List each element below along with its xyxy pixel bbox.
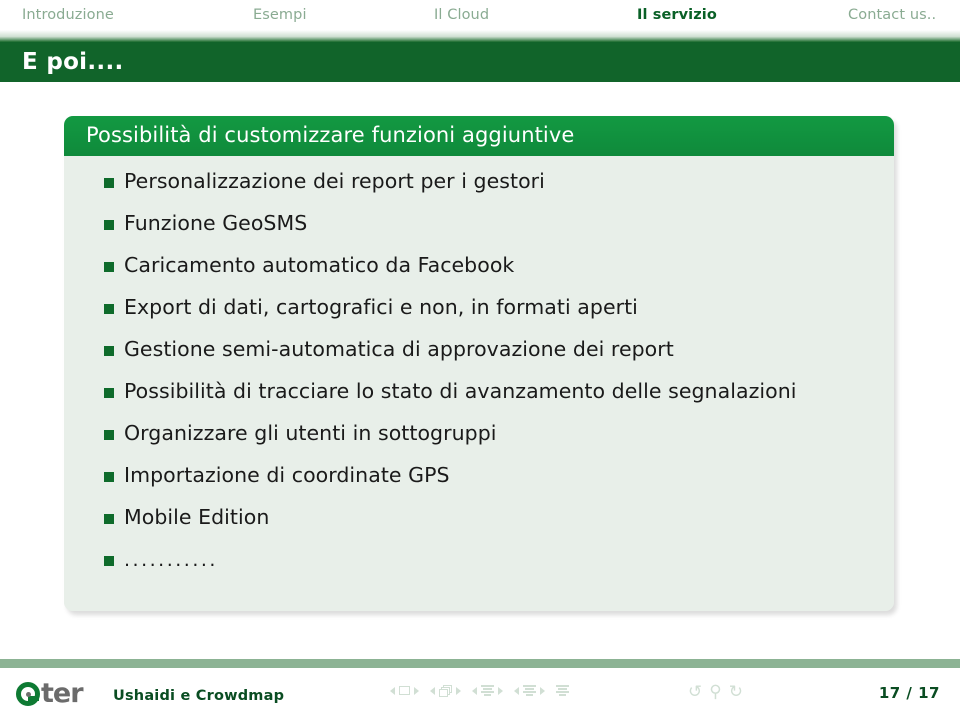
list-item: Caricamento automatico da Facebook [84, 252, 874, 279]
list-item-label: Possibilità di tracciare lo stato di ava… [124, 379, 797, 404]
frame-icon[interactable] [439, 685, 452, 697]
bullet-square-icon [104, 178, 114, 188]
list-item: Organizzare gli utenti in sottogruppi [84, 420, 874, 447]
list-item-label: ........... [124, 549, 218, 572]
section-icon[interactable] [523, 685, 536, 696]
bullet-square-icon [104, 388, 114, 399]
page-title: E poi.... [22, 49, 124, 75]
list-item-label: Organizzare gli utenti in sottogruppi [124, 421, 497, 446]
prev-slide-icon[interactable] [390, 686, 395, 695]
list-item: Possibilità di tracciare lo stato di ava… [84, 378, 874, 405]
list-item: Funzione GeoSMS [84, 210, 874, 237]
footer-divider [0, 659, 960, 668]
slide-icon[interactable] [399, 686, 410, 695]
next-frame-icon[interactable] [456, 686, 461, 695]
nav-item-il-servizio[interactable]: Il servizio [637, 7, 717, 23]
page-number: 17 / 17 [878, 684, 940, 702]
frame-nav-group [430, 685, 461, 697]
nav-item-introduzione[interactable]: Introduzione [22, 7, 114, 23]
top-navigation: Introduzione Esempi Il Cloud Il servizio… [0, 0, 960, 30]
list-item-label: Gestione semi-automatica di approvazione… [124, 337, 674, 362]
block-body: Personalizzazione dei report per i gesto… [64, 156, 894, 611]
prev-subsection-icon[interactable] [472, 686, 477, 695]
list-item-label: Export di dati, cartografici e non, in f… [124, 295, 638, 320]
bullet-square-icon [104, 472, 114, 483]
list-item: Importazione di coordinate GPS [84, 462, 874, 489]
search-icon[interactable]: ⚲ [709, 684, 721, 701]
next-section-icon[interactable] [540, 686, 545, 695]
nav-item-il-cloud[interactable]: Il Cloud [434, 7, 489, 23]
next-subsection-icon[interactable] [498, 686, 503, 695]
doc-icon[interactable] [556, 685, 569, 696]
slide-title-bar: E poi.... [0, 42, 960, 82]
list-item-label: Caricamento automatico da Facebook [124, 253, 515, 278]
subsection-icon[interactable] [481, 685, 494, 696]
gter-logo: ter [16, 678, 84, 709]
bullet-square-icon [104, 346, 114, 357]
back-icon[interactable]: ↺ [688, 684, 702, 701]
bullet-square-icon [104, 304, 114, 315]
subsection-nav-group [472, 685, 503, 696]
prev-section-icon[interactable] [514, 686, 519, 695]
footer-subtitle: Ushaidi e Crowdmap [113, 688, 285, 704]
slide-nav-group [390, 686, 419, 695]
nav-item-esempi[interactable]: Esempi [253, 7, 307, 23]
logo-g-icon [16, 681, 40, 706]
bullet-list: Personalizzazione dei report per i gesto… [84, 168, 874, 574]
logo-text: ter [41, 678, 84, 709]
beamer-navigation-actions: ↺ ⚲ ↻ [688, 684, 743, 701]
forward-icon[interactable]: ↻ [729, 684, 743, 701]
list-item: ........... [84, 546, 874, 573]
list-item: Gestione semi-automatica di approvazione… [84, 336, 874, 363]
list-item-label: Personalizzazione dei report per i gesto… [124, 169, 545, 193]
doc-nav-group [556, 685, 569, 696]
section-nav-group [514, 685, 545, 696]
block-heading: Possibilità di customizzare funzioni agg… [64, 116, 894, 156]
list-item-label: Importazione di coordinate GPS [124, 463, 450, 488]
list-item-label: Funzione GeoSMS [124, 211, 308, 236]
bullet-square-icon [104, 220, 114, 231]
content-block: Possibilità di customizzare funzioni agg… [64, 116, 894, 611]
nav-item-contact-us[interactable]: Contact us.. [848, 7, 936, 23]
list-item: Mobile Edition [84, 504, 874, 531]
nav-gradient-divider [0, 30, 960, 42]
list-item: Export di dati, cartografici e non, in f… [84, 294, 874, 321]
bullet-square-icon [104, 262, 114, 273]
footer: ter Ushaidi e Crowdmap ↺ ⚲ ↻ 17 / 17 [0, 668, 960, 720]
prev-frame-icon[interactable] [430, 686, 435, 695]
bullet-square-icon [104, 514, 114, 525]
beamer-navigation-symbols [390, 685, 580, 697]
list-item: Personalizzazione dei report per i gesto… [84, 168, 874, 195]
slide: Introduzione Esempi Il Cloud Il servizio… [0, 0, 960, 720]
next-slide-icon[interactable] [414, 686, 419, 695]
list-item-label: Mobile Edition [124, 505, 270, 530]
bullet-square-icon [104, 430, 114, 441]
bullet-square-icon [104, 556, 114, 567]
